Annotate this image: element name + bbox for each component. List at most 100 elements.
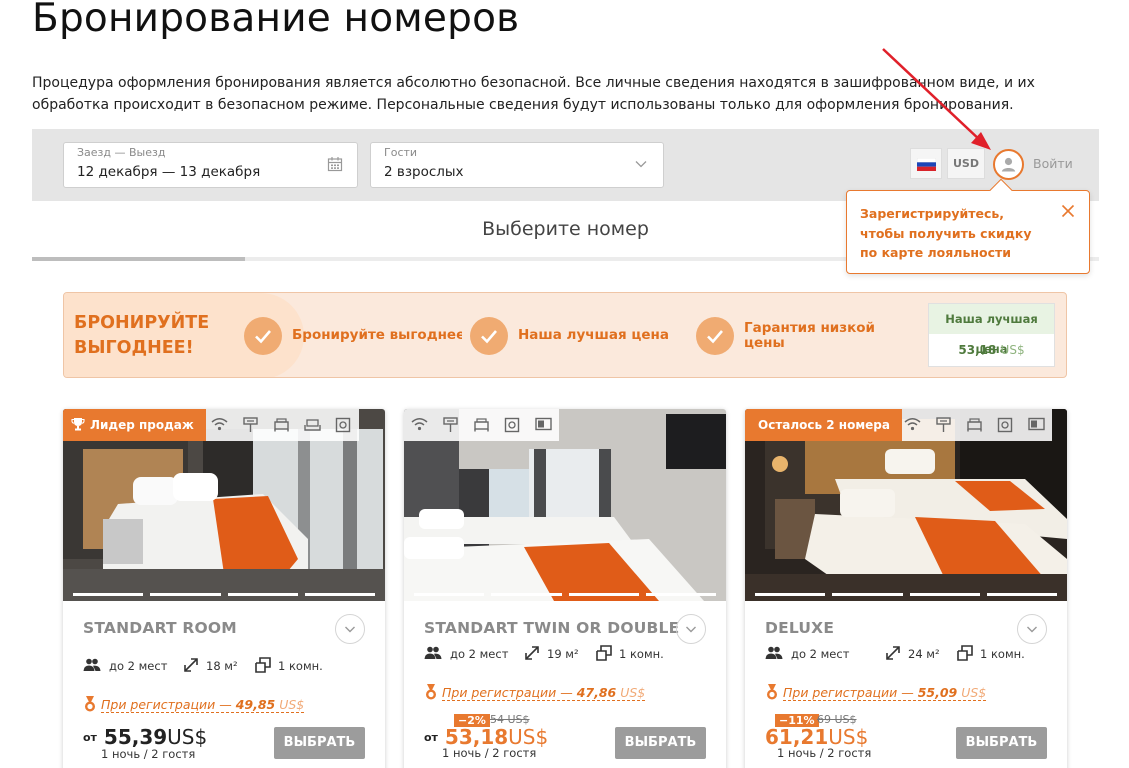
room-area: 19 м² bbox=[547, 647, 579, 661]
registration-text: При регистрации — 55,09 US$ bbox=[782, 685, 987, 701]
room-photo[interactable]: Осталось 2 номера bbox=[745, 409, 1067, 601]
calendar-icon bbox=[327, 157, 343, 172]
rooms-icon bbox=[596, 645, 612, 661]
room-capacity: до 2 мест bbox=[791, 647, 850, 661]
badge-label: Лидер продаж bbox=[90, 418, 194, 432]
expand-button[interactable] bbox=[1017, 614, 1047, 644]
benefit-label: Бронируйте выгоднее bbox=[292, 328, 462, 343]
promo-headline: БРОНИРУЙТЕ ВЫГОДНЕЕ! bbox=[74, 313, 210, 358]
safe-icon bbox=[990, 409, 1021, 441]
room-specs: до 2 мест 18 м² 1 комн. bbox=[83, 657, 373, 675]
expand-button[interactable] bbox=[335, 614, 365, 644]
rooms-icon bbox=[255, 657, 271, 673]
bestseller-badge: Лидер продаж bbox=[63, 409, 206, 441]
rooms-icon bbox=[957, 645, 973, 661]
benefit-item: Бронируйте выгоднее bbox=[244, 317, 464, 357]
registration-currency: US$ bbox=[620, 685, 646, 700]
price-nights: 1 ночь / 2 гостя bbox=[442, 746, 537, 760]
medal-icon bbox=[426, 684, 436, 700]
close-icon[interactable] bbox=[1061, 204, 1075, 218]
registration-label: При регистрации — bbox=[100, 697, 236, 712]
login-label: Войти bbox=[1033, 156, 1073, 171]
price-nights: 1 ночь / 2 гостя bbox=[101, 747, 196, 761]
registration-price-value: 55,09 bbox=[917, 685, 958, 700]
room-name: STANDART ROOM bbox=[83, 619, 237, 637]
registration-price[interactable]: При регистрации — 47,86 US$ bbox=[424, 684, 714, 701]
select-room-button[interactable]: ВЫБРАТЬ bbox=[615, 727, 706, 759]
room-count: 1 комн. bbox=[980, 647, 1025, 661]
guests-label: Гости bbox=[384, 146, 418, 159]
amenities-bar bbox=[404, 409, 559, 441]
room-capacity: до 2 мест bbox=[450, 647, 509, 661]
trophy-icon bbox=[71, 418, 85, 431]
chevron-down-icon bbox=[345, 626, 355, 633]
price-currency: US$ bbox=[167, 725, 208, 749]
registration-price-value: 47,86 bbox=[576, 685, 617, 700]
progress-line-active bbox=[32, 257, 245, 261]
login-button[interactable]: Войти bbox=[993, 148, 1103, 180]
best-price-label: Наша лучшая цена bbox=[929, 304, 1054, 356]
price-value: 55,39 bbox=[103, 725, 168, 749]
check-icon bbox=[470, 317, 508, 355]
bed-icon bbox=[266, 409, 297, 441]
best-price-value-line: 53,18 US$ bbox=[929, 343, 1054, 357]
room-photo[interactable] bbox=[404, 409, 726, 601]
chevron-down-icon bbox=[686, 626, 696, 633]
wifi-icon bbox=[404, 409, 435, 441]
best-price-box: Наша лучшая цена 53,18 US$ bbox=[928, 303, 1055, 367]
price-from: от bbox=[83, 731, 97, 744]
rooms-left-badge: Осталось 2 номера bbox=[745, 409, 902, 441]
tooltip-message: Зарегистрируйтесь, чтобы получить скидку… bbox=[860, 206, 1032, 260]
dates-field[interactable]: Заезд — Выезд 12 декабря — 13 декабря bbox=[63, 142, 358, 188]
select-room-button[interactable]: ВЫБРАТЬ bbox=[956, 727, 1047, 759]
benefit-label: Наша лучшая цена bbox=[518, 327, 669, 343]
price-nights: 1 ночь / 2 гостя bbox=[777, 746, 872, 760]
photo-slider-dots[interactable] bbox=[755, 593, 1057, 596]
registration-label: При регистрации — bbox=[782, 685, 918, 700]
currency-button[interactable]: USD bbox=[947, 148, 985, 179]
room-photo[interactable]: Лидер продаж bbox=[63, 409, 385, 601]
chevron-down-icon bbox=[1027, 626, 1037, 633]
bed-icon bbox=[466, 409, 497, 441]
room-name: STANDART TWIN OR DOUBLE bbox=[424, 619, 680, 637]
expand-button[interactable] bbox=[676, 614, 706, 644]
room-capacity: до 2 мест bbox=[109, 659, 168, 673]
check-icon bbox=[244, 317, 282, 355]
room-price: от 55,39US$ bbox=[83, 725, 207, 749]
best-price-value: 53,18 bbox=[958, 343, 997, 357]
room-card: Лидер продаж STANDART ROOM до 2 мест 18 … bbox=[63, 409, 385, 768]
guests-icon bbox=[424, 646, 442, 659]
best-price-currency: US$ bbox=[1000, 343, 1025, 357]
safe-icon bbox=[497, 409, 528, 441]
guests-icon bbox=[765, 646, 783, 659]
medal-icon bbox=[767, 684, 777, 700]
registration-text: При регистрации — 49,85 US$ bbox=[100, 697, 305, 713]
benefit-label: Гарантия низкой цены bbox=[744, 320, 875, 351]
guests-field[interactable]: Гости 2 взрослых bbox=[370, 142, 664, 188]
language-button[interactable] bbox=[910, 148, 942, 179]
registration-price[interactable]: При регистрации — 49,85 US$ bbox=[83, 696, 373, 713]
tv-icon bbox=[528, 409, 559, 441]
dates-label: Заезд — Выезд bbox=[77, 146, 166, 159]
photo-slider-dots[interactable] bbox=[414, 593, 716, 596]
bed-icon bbox=[959, 409, 990, 441]
guests-icon bbox=[83, 658, 101, 671]
area-icon bbox=[525, 646, 539, 660]
photo-slider-dots[interactable] bbox=[73, 593, 375, 596]
user-icon bbox=[993, 149, 1024, 180]
registration-price[interactable]: При регистрации — 55,09 US$ bbox=[765, 684, 1055, 701]
chevron-down-icon bbox=[635, 161, 647, 168]
room-card: Осталось 2 номера DELUXE до 2 мест 24 м²… bbox=[745, 409, 1067, 768]
room-specs: до 2 мест 19 м² 1 комн. bbox=[424, 645, 714, 663]
russia-flag-icon bbox=[917, 158, 936, 171]
safe-icon bbox=[328, 409, 359, 441]
select-room-button[interactable]: ВЫБРАТЬ bbox=[274, 727, 365, 759]
badge-label: Осталось 2 номера bbox=[758, 418, 890, 432]
registration-text: При регистрации — 47,86 US$ bbox=[441, 685, 646, 701]
room-specs: до 2 мест 24 м² 1 комн. bbox=[765, 645, 1055, 663]
intro-text: Процедура оформления бронирования являет… bbox=[32, 75, 1035, 113]
registration-currency: US$ bbox=[961, 685, 987, 700]
hairdryer-icon bbox=[235, 409, 266, 441]
promo-banner: БРОНИРУЙТЕ ВЫГОДНЕЕ! Бронируйте выгоднее… bbox=[63, 292, 1067, 378]
registration-label: При регистрации — bbox=[441, 685, 577, 700]
